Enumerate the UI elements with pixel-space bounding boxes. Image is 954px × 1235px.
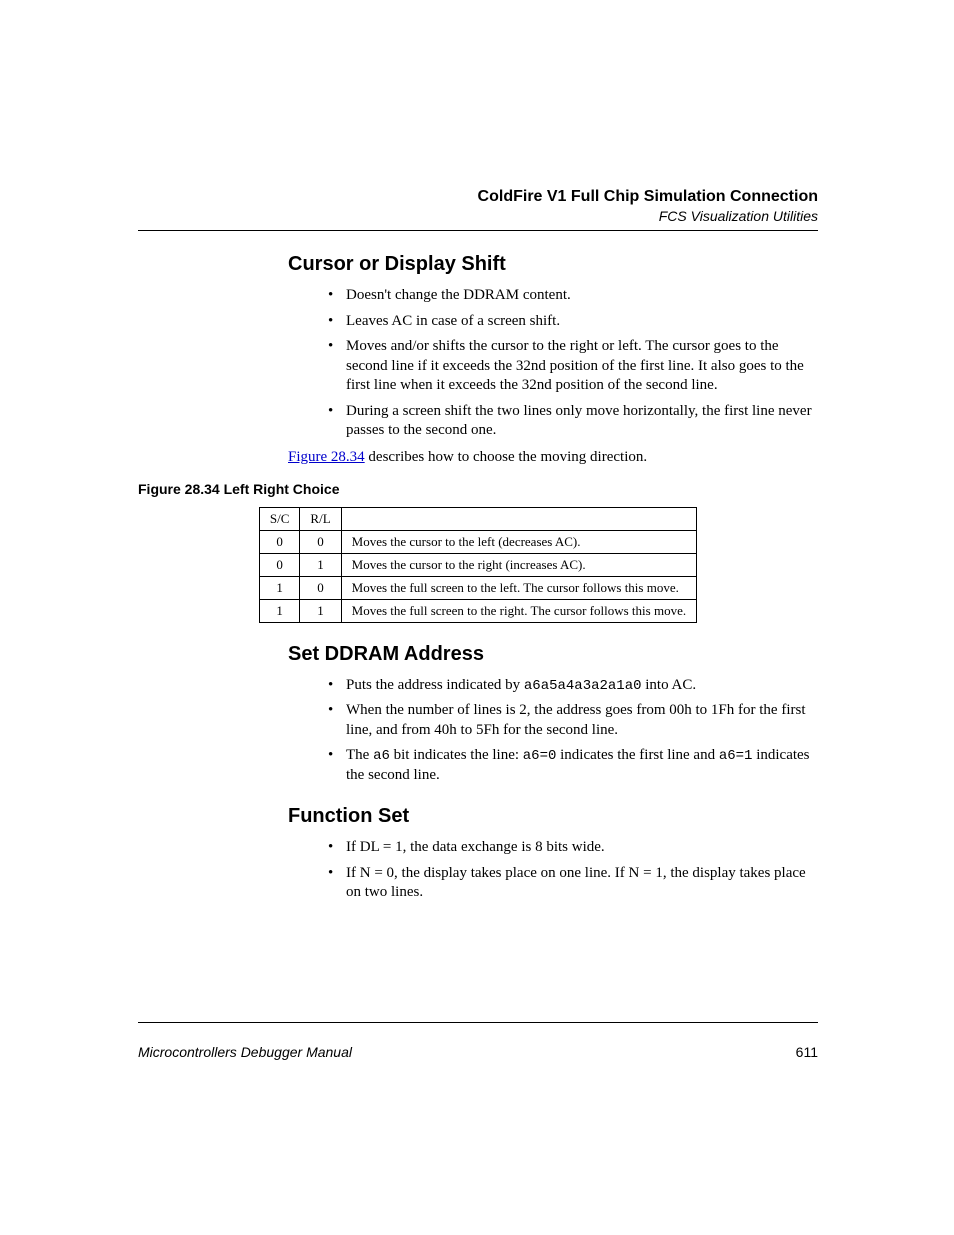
table-cell: 0 — [300, 530, 341, 553]
table-row: 0 0 Moves the cursor to the left (decrea… — [259, 530, 696, 553]
heading-function-set: Function Set — [288, 805, 818, 828]
funcset-bullet-list: If DL = 1, the data exchange is 8 bits w… — [288, 838, 818, 903]
header-rule — [138, 230, 818, 231]
page-content: ColdFire V1 Full Chip Simulation Connect… — [138, 188, 818, 909]
table-cell: 1 — [300, 599, 341, 622]
table-row: 1 1 Moves the full screen to the right. … — [259, 599, 696, 622]
list-item: Leaves AC in case of a screen shift. — [310, 312, 818, 332]
text: The — [346, 747, 373, 763]
table-row: 0 1 Moves the cursor to the right (incre… — [259, 553, 696, 576]
text: indicates the first line and — [556, 747, 718, 763]
table-cell: 1 — [300, 553, 341, 576]
running-header: ColdFire V1 Full Chip Simulation Connect… — [138, 188, 818, 224]
list-item: During a screen shift the two lines only… — [310, 402, 818, 441]
table-cell: Moves the full screen to the left. The c… — [341, 576, 696, 599]
table-cell: 1 — [259, 576, 300, 599]
text: Puts the address indicated by — [346, 677, 524, 693]
list-item: Puts the address indicated by a6a5a4a3a2… — [310, 676, 818, 696]
list-item: Doesn't change the DDRAM content. — [310, 286, 818, 306]
heading-set-ddram: Set DDRAM Address — [288, 643, 818, 666]
body-content-2: Set DDRAM Address Puts the address indic… — [288, 643, 818, 903]
list-item: Moves and/or shifts the cursor to the ri… — [310, 337, 818, 396]
footer-title: Microcontrollers Debugger Manual — [138, 1044, 352, 1060]
table-header — [341, 507, 696, 530]
figure-table-wrap: S/C R/L 0 0 Moves the cursor to the left… — [138, 507, 818, 623]
page-footer: Microcontrollers Debugger Manual 611 — [138, 1044, 818, 1060]
body-content: Cursor or Display Shift Doesn't change t… — [288, 253, 818, 467]
table-cell: 0 — [300, 576, 341, 599]
chapter-title: ColdFire V1 Full Chip Simulation Connect… — [138, 188, 818, 206]
figure-caption: Figure 28.34 Left Right Choice — [138, 481, 818, 497]
table-cell: Moves the full screen to the right. The … — [341, 599, 696, 622]
code-text: a6=0 — [523, 748, 557, 764]
list-item: If DL = 1, the data exchange is 8 bits w… — [310, 838, 818, 858]
section-title: FCS Visualization Utilities — [138, 208, 818, 224]
table-cell: 1 — [259, 599, 300, 622]
code-text: a6=1 — [719, 748, 753, 764]
code-text: a6 — [373, 748, 390, 764]
figure-link[interactable]: Figure 28.34 — [288, 449, 365, 465]
heading-cursor-shift: Cursor or Display Shift — [288, 253, 818, 276]
paragraph-text: describes how to choose the moving direc… — [365, 449, 647, 465]
figure-reference-paragraph: Figure 28.34 describes how to choose the… — [288, 447, 818, 467]
text: into AC. — [642, 677, 697, 693]
code-text: a6a5a4a3a2a1a0 — [524, 678, 642, 694]
list-item: The a6 bit indicates the line: a6=0 indi… — [310, 746, 818, 785]
ddram-bullet-list: Puts the address indicated by a6a5a4a3a2… — [288, 676, 818, 786]
left-right-choice-table: S/C R/L 0 0 Moves the cursor to the left… — [259, 507, 697, 623]
table-header: S/C — [259, 507, 300, 530]
table-cell: 0 — [259, 553, 300, 576]
list-item: When the number of lines is 2, the addre… — [310, 701, 818, 740]
page-number: 611 — [796, 1044, 818, 1060]
text: bit indicates the line: — [390, 747, 523, 763]
footer-rule — [138, 1022, 818, 1023]
table-cell: 0 — [259, 530, 300, 553]
table-row: 1 0 Moves the full screen to the left. T… — [259, 576, 696, 599]
table-header: R/L — [300, 507, 341, 530]
table-cell: Moves the cursor to the right (increases… — [341, 553, 696, 576]
cursor-bullet-list: Doesn't change the DDRAM content. Leaves… — [288, 286, 818, 441]
table-cell: Moves the cursor to the left (decreases … — [341, 530, 696, 553]
table-header-row: S/C R/L — [259, 507, 696, 530]
list-item: If N = 0, the display takes place on one… — [310, 864, 818, 903]
